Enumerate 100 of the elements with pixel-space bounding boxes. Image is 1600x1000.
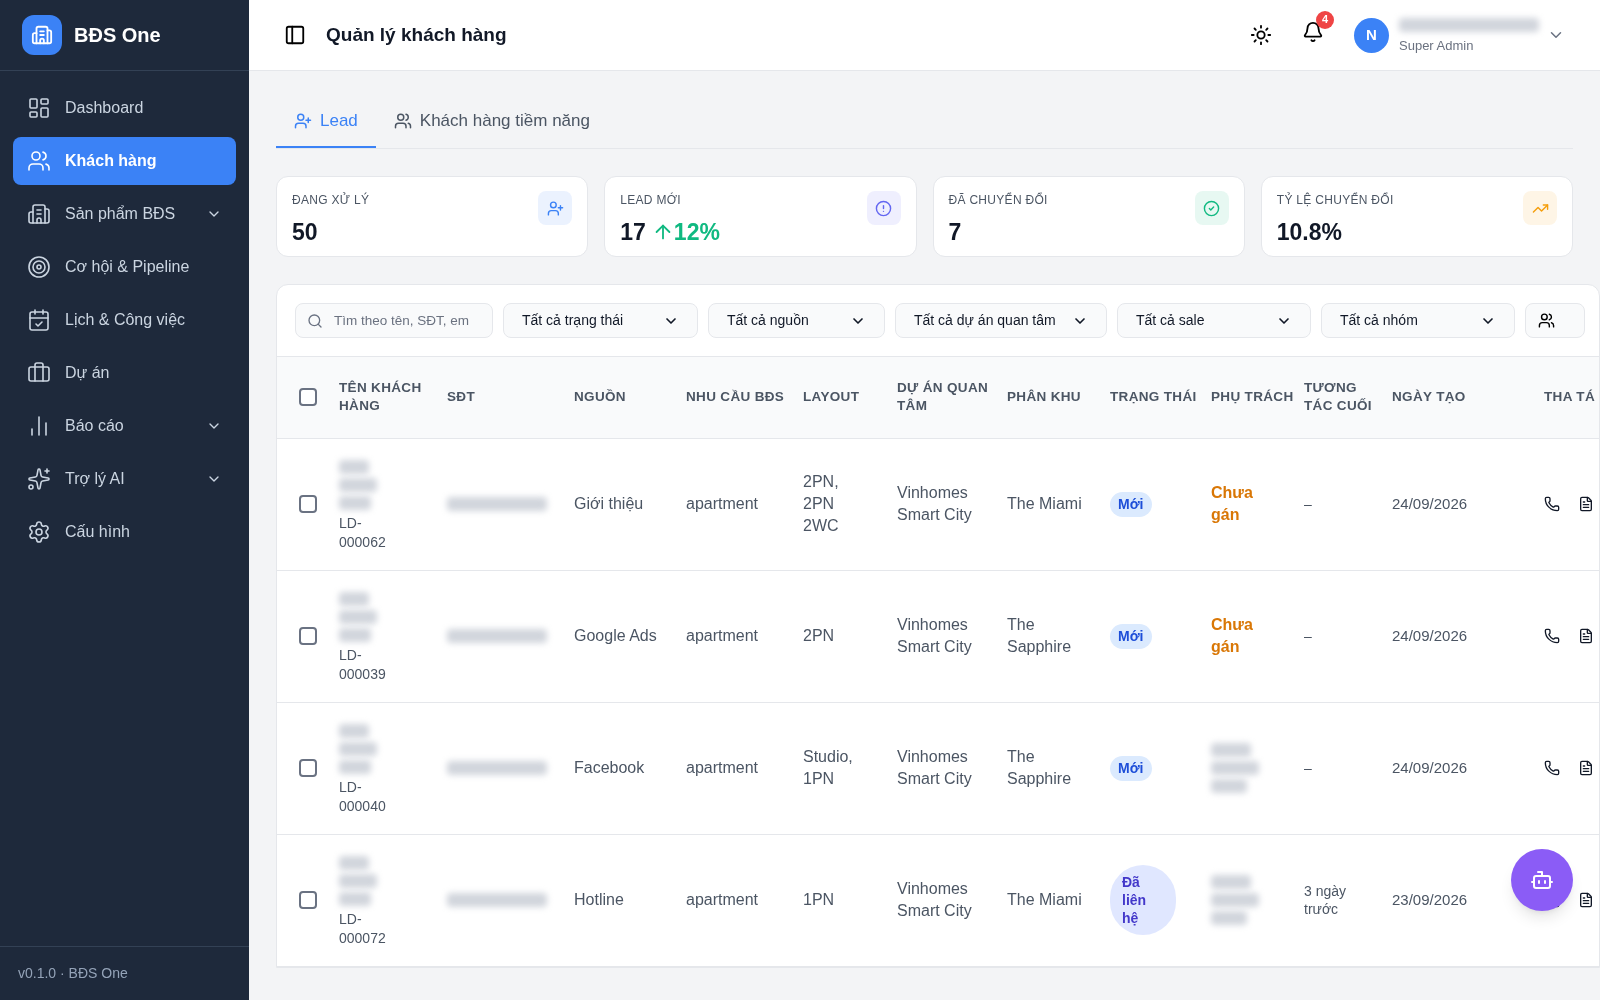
column-header: THA TÁ <box>1544 388 1596 407</box>
redacted-text <box>339 892 371 906</box>
group-filter-button[interactable] <box>1525 303 1585 338</box>
table-cell-text: Studio, 1PN <box>803 747 854 789</box>
table-cell-text: 2PN, 2PN 2WC <box>803 472 840 536</box>
table-cell-text: Giới thiệu <box>574 494 645 514</box>
user-plus-icon <box>294 112 312 130</box>
table-cell-text: The Miami <box>1007 494 1083 514</box>
document-icon[interactable] <box>1578 760 1594 776</box>
sidebar-item[interactable]: Báo cáo <box>13 402 236 450</box>
phone-icon[interactable] <box>1544 628 1560 644</box>
redacted-text <box>339 496 371 510</box>
table-cell-text: The Miami <box>1007 890 1083 910</box>
filter-select[interactable]: Tất cả trạng thái <box>503 303 698 338</box>
lead-code: LD-000062 <box>339 514 387 552</box>
users-icon <box>393 112 412 130</box>
sidebar-item[interactable]: Trợ lý AI <box>13 455 236 503</box>
table-cell-text: 3 ngày trước <box>1304 882 1348 918</box>
column-header: NGÀY TẠO <box>1392 388 1467 407</box>
user-avatar[interactable]: N <box>1354 17 1389 53</box>
table-cell-text: Vinhomes Smart City <box>897 615 972 657</box>
owner-status: Chưa gán <box>1211 615 1254 657</box>
lead-code: LD-000072 <box>339 910 387 948</box>
column-header: NGUỒN <box>574 388 627 407</box>
theme-toggle-button[interactable] <box>1250 24 1272 46</box>
stat-value: 7 <box>948 218 962 247</box>
stat-label: TỶ LỆ CHUYỂN ĐỔI <box>1276 191 1394 209</box>
redacted-text <box>1211 761 1259 775</box>
phone-icon[interactable] <box>1544 760 1560 776</box>
target-icon <box>27 255 51 279</box>
row-checkbox[interactable] <box>299 627 317 645</box>
table-cell-text: The Sapphire <box>1007 615 1073 657</box>
redacted-text <box>339 478 377 492</box>
dashboard-icon <box>27 96 51 120</box>
table-cell-text: Facebook <box>574 758 646 778</box>
sidebar-item[interactable]: Lịch & Công việc <box>13 296 236 344</box>
stat-change: 12% <box>673 218 720 247</box>
filter-select[interactable]: Tất cả dự án quan tâm <box>895 303 1107 338</box>
column-header: SĐT <box>447 388 476 407</box>
table-cell-text: 1PN <box>803 890 836 910</box>
sidebar-item[interactable]: Sản phẩm BĐS <box>13 190 236 238</box>
calendar-icon <box>27 308 51 332</box>
table-cell-text: 24/09/2026 <box>1392 493 1469 514</box>
table-cell-text: Vinhomes Smart City <box>897 747 972 789</box>
table-cell-text: – <box>1304 759 1313 777</box>
user-role: Super Admin <box>1399 37 1475 56</box>
sidebar-toggle-icon[interactable] <box>284 24 306 46</box>
tab[interactable]: Khách hàng tiềm năng <box>375 96 608 148</box>
stat-label: LEAD MỚI <box>620 191 682 209</box>
document-icon[interactable] <box>1578 496 1594 512</box>
stat-label: ĐANG XỬ LÝ <box>292 191 370 209</box>
notification-badge: 4 <box>1316 10 1334 29</box>
search-field[interactable]: Tìm theo tên, SĐT, em <box>295 303 493 338</box>
brand-name: BĐS One <box>74 23 161 48</box>
select-all-checkbox[interactable] <box>299 388 317 407</box>
logo-icon <box>22 15 62 55</box>
column-header: PHỤ TRÁCH <box>1211 388 1295 407</box>
filter-select[interactable]: Tất cả nguồn <box>708 303 885 338</box>
status-badge: Mới <box>1110 755 1152 781</box>
table-cell-text: – <box>1304 627 1313 645</box>
redacted-text <box>1211 893 1259 907</box>
table-cell-text: 2PN <box>803 626 836 646</box>
redacted-text <box>339 760 371 774</box>
table-cell-text: 23/09/2026 <box>1392 889 1469 910</box>
status-badge: Đã liên hệ <box>1110 865 1176 935</box>
notification-button[interactable] <box>1302 20 1324 43</box>
owner-status: Chưa gán <box>1211 483 1254 525</box>
lead-code: LD-000040 <box>339 778 387 816</box>
table-cell-text: – <box>1304 495 1313 513</box>
stat-label: ĐÃ CHUYỂN ĐỔI <box>948 191 1048 209</box>
table-cell-text: apartment <box>686 494 760 514</box>
phone-icon[interactable] <box>1544 496 1560 512</box>
column-header: NHU CẦU BĐS <box>686 388 786 407</box>
sidebar-item[interactable]: Cơ hội & Pipeline <box>13 243 236 291</box>
document-icon[interactable] <box>1578 628 1594 644</box>
sidebar-item[interactable]: Dự án <box>13 349 236 397</box>
table-cell-text: Hotline <box>574 890 625 910</box>
redacted-text <box>339 592 369 606</box>
redacted-text <box>1211 911 1247 925</box>
filter-select[interactable]: Tất cả nhóm <box>1321 303 1515 338</box>
table-cell-text: apartment <box>686 890 760 910</box>
row-checkbox[interactable] <box>299 495 317 513</box>
column-header: DỰ ÁN QUAN TÂM <box>897 379 990 416</box>
table-cell-text: Vinhomes Smart City <box>897 879 972 921</box>
sidebar-item[interactable]: Dashboard <box>13 84 236 132</box>
table-cell-text: The Sapphire <box>1007 747 1073 789</box>
column-header: TÊN KHÁCH HÀNG <box>339 379 423 416</box>
document-icon[interactable] <box>1578 892 1594 908</box>
redacted-text <box>339 628 371 642</box>
table-cell-text: 24/09/2026 <box>1392 757 1469 778</box>
row-checkbox[interactable] <box>299 759 317 777</box>
sidebar-item[interactable]: Cấu hình <box>13 508 236 556</box>
sidebar-item[interactable]: Khách hàng <box>13 137 236 185</box>
table-cell-text: Google Ads <box>574 626 658 646</box>
lead-code: LD-000039 <box>339 646 387 684</box>
redacted-text <box>339 742 377 756</box>
row-checkbox[interactable] <box>299 891 317 909</box>
users-icon <box>1538 312 1555 329</box>
filter-select[interactable]: Tất cả sale <box>1117 303 1311 338</box>
redacted-text <box>339 856 369 870</box>
